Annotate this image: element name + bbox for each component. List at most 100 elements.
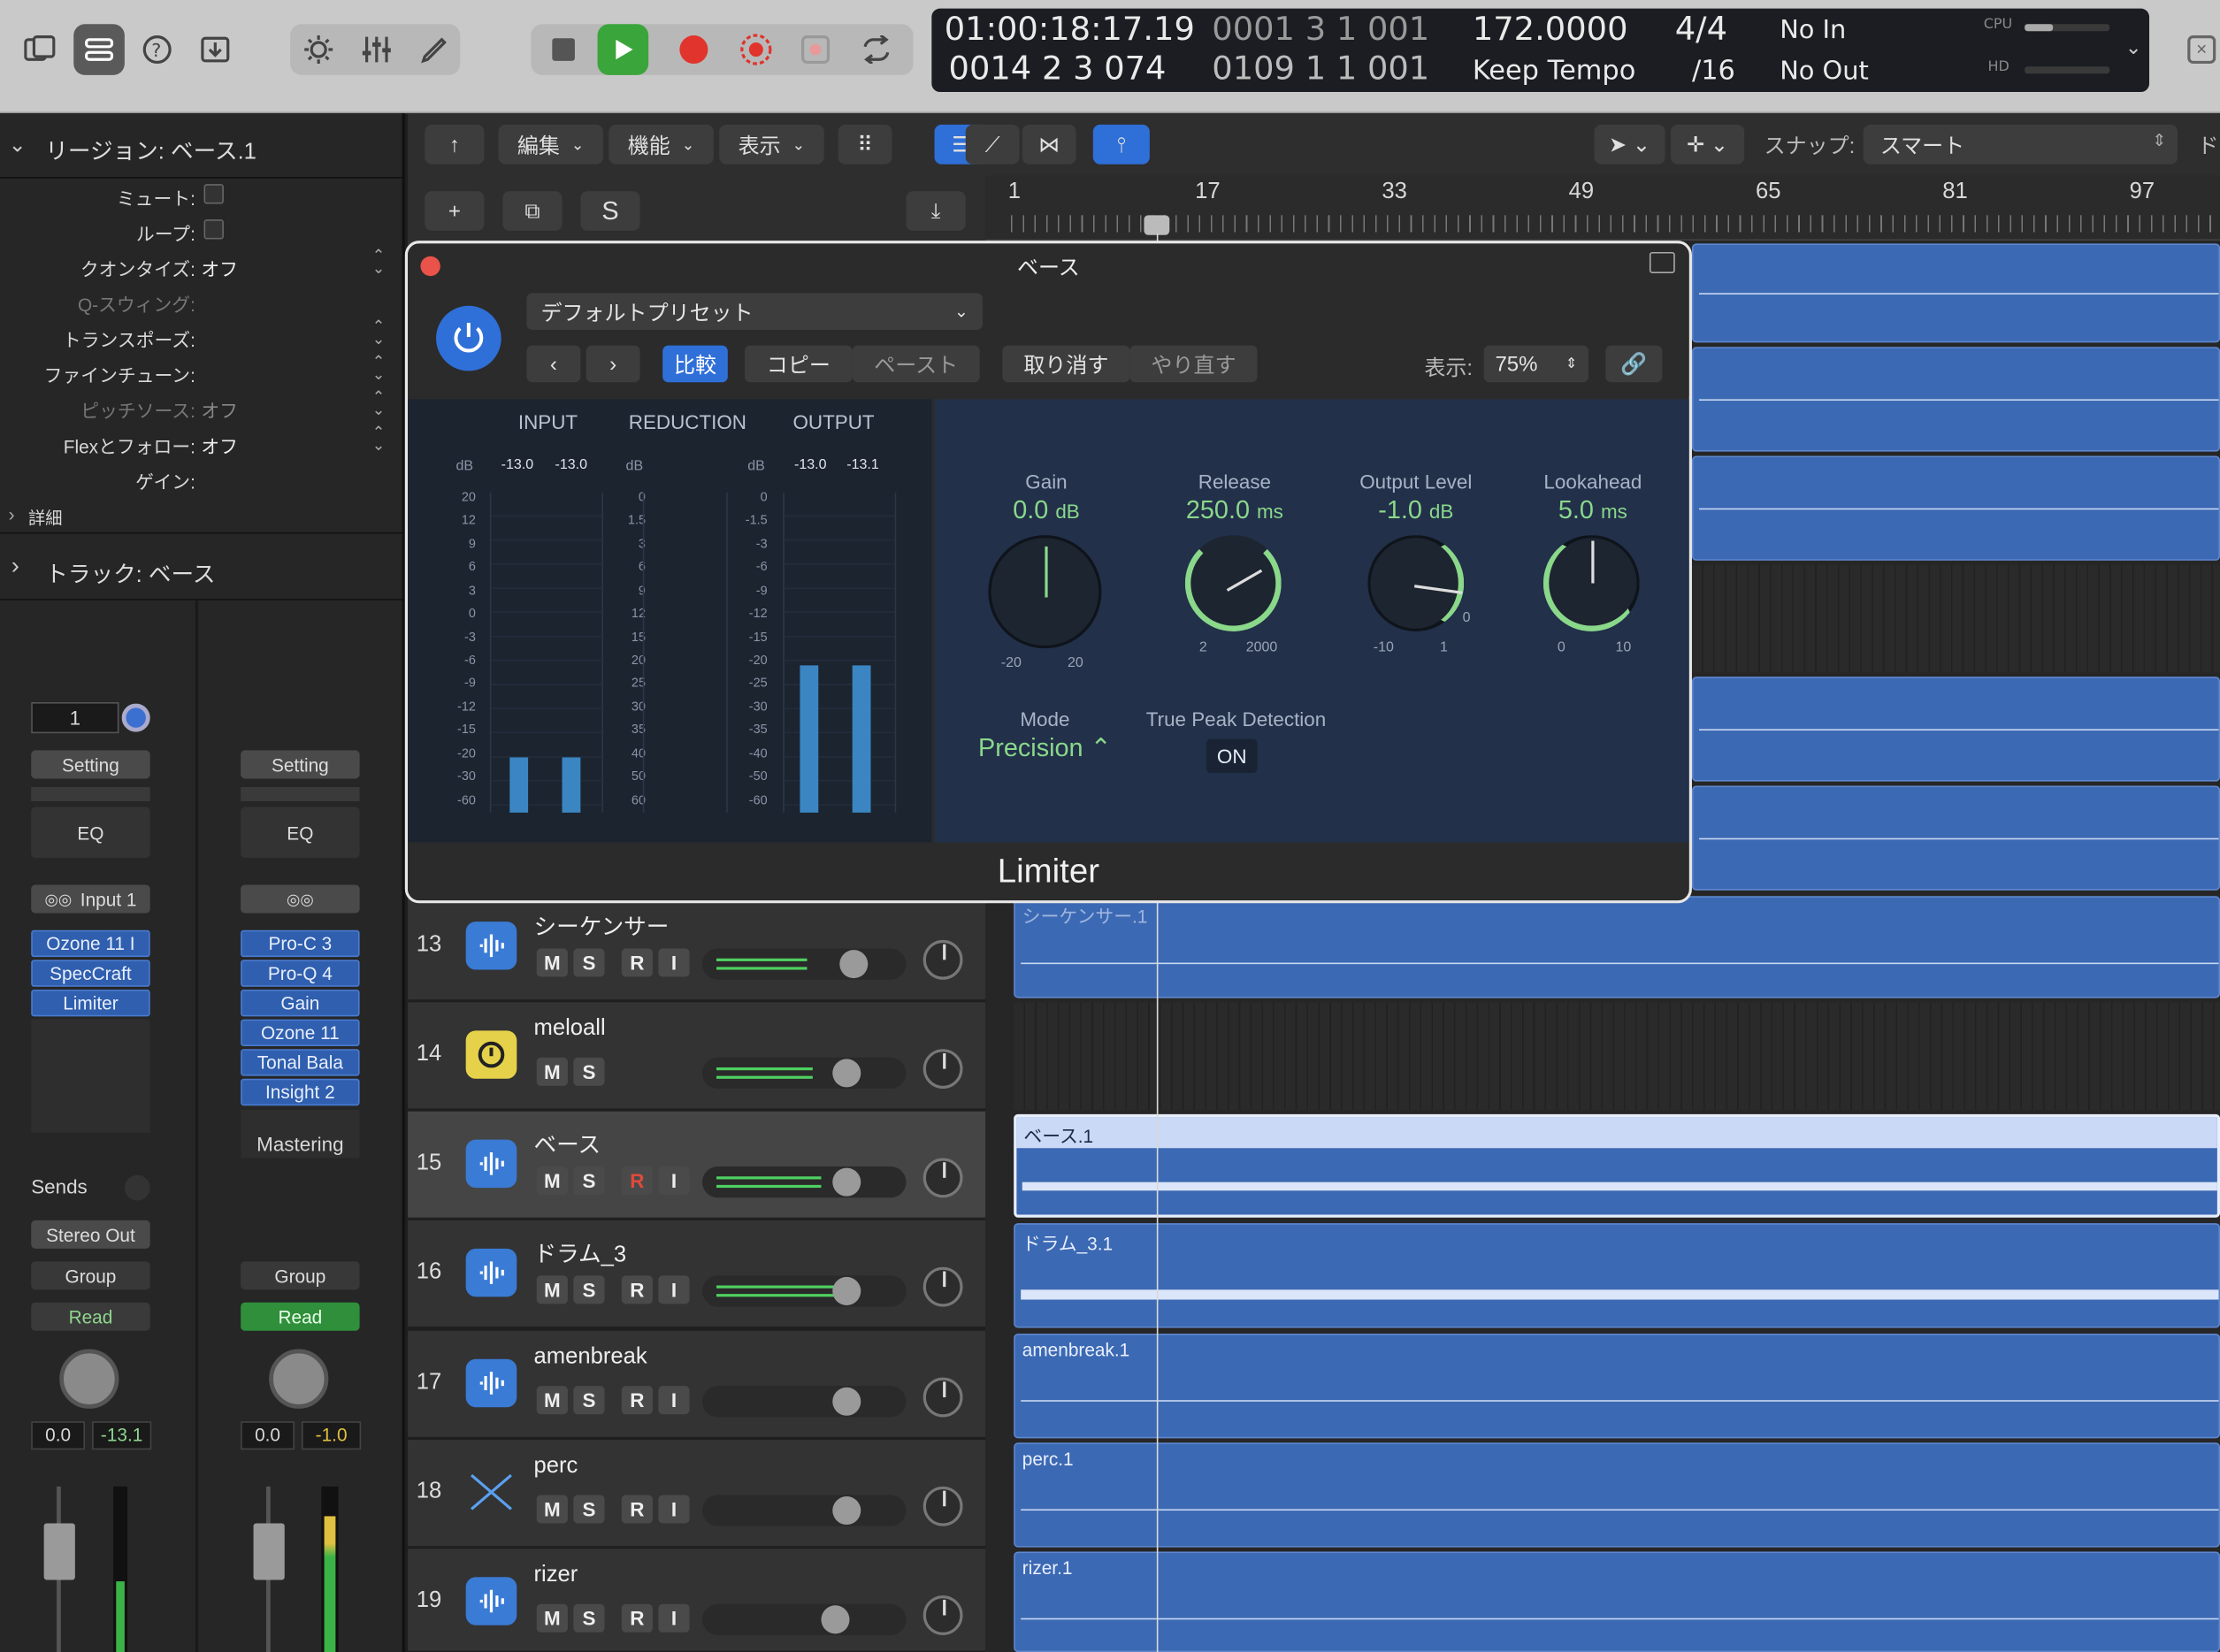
automation-read-button[interactable]: Read (31, 1302, 150, 1331)
empty-plugin-slots[interactable] (31, 1019, 150, 1133)
playhead-handle[interactable] (1144, 215, 1170, 235)
plugin-slot-2[interactable]: Gain (241, 989, 360, 1017)
input-button[interactable]: ◎◎ Input 1 (31, 884, 150, 914)
paste-button[interactable]: ペースト (852, 345, 980, 383)
power-icon[interactable] (436, 305, 501, 371)
expand-icon[interactable] (1649, 251, 1675, 273)
track-pan-knob[interactable] (922, 939, 963, 980)
download-icon[interactable] (190, 24, 241, 75)
automation-icon[interactable]: ⟋ (965, 124, 1020, 164)
track-pan-knob[interactable] (922, 1595, 963, 1635)
plugin-slot-3[interactable]: Ozone 11 (241, 1019, 360, 1046)
input-monitor-button[interactable]: I (658, 1166, 690, 1196)
input-monitor-button[interactable]: I (658, 1386, 690, 1415)
track-13[interactable]: 13 シーケンサー M S R I (408, 893, 986, 1001)
input-monitor-button[interactable]: I (658, 1603, 690, 1633)
track-14[interactable]: 14 meloall M S (408, 1002, 986, 1111)
track-19[interactable]: 19 rizer M S R I (408, 1549, 986, 1652)
region-upper-3[interactable] (1691, 455, 2220, 561)
link-button[interactable]: ◎◎ (241, 884, 360, 914)
brightness-icon[interactable] (293, 24, 344, 75)
snap-align-icon[interactable]: ⫯ (1092, 124, 1150, 164)
true-peak-toggle[interactable]: ON (1206, 738, 1258, 774)
solo-button[interactable]: S (573, 1275, 605, 1304)
plugin-slot-2[interactable]: Limiter (31, 989, 150, 1017)
pan-knob[interactable] (59, 1349, 119, 1409)
input-monitor-button[interactable]: I (658, 1275, 690, 1304)
mute-button[interactable]: M (536, 1166, 568, 1196)
empty-lane[interactable] (1691, 564, 2220, 673)
mute-button[interactable]: M (536, 948, 568, 977)
mute-button[interactable]: M (536, 1057, 568, 1086)
prev-preset-icon[interactable]: ‹ (526, 345, 581, 383)
group-button[interactable]: Group (31, 1261, 150, 1290)
automation-read-button[interactable]: Read (241, 1302, 360, 1331)
mute-button[interactable]: M (536, 1603, 568, 1633)
collapse-icon[interactable]: ⤓ (906, 191, 966, 231)
region-bass-selected[interactable]: ベース.1 (1014, 1113, 2220, 1218)
record-icon[interactable] (669, 24, 720, 75)
volume-fader-cap[interactable] (43, 1523, 75, 1580)
edit-menu[interactable]: 編集 ⌄ (498, 124, 603, 164)
grid-view-icon[interactable]: ⠿ (838, 124, 892, 164)
region-upper-2[interactable] (1691, 347, 2220, 452)
snap-select[interactable]: スマート (1863, 124, 2178, 164)
input-monitor-button[interactable]: I (658, 1495, 690, 1524)
track-17[interactable]: 17 amenbreak M S R I (408, 1330, 986, 1439)
record-enable-button[interactable]: R (621, 1495, 653, 1524)
solo-button[interactable]: S (573, 1057, 605, 1086)
flex-icon[interactable]: ⋈ (1022, 124, 1076, 164)
inspector-toggle-icon[interactable] (73, 24, 125, 75)
copy-button[interactable]: コピー (745, 345, 853, 383)
duplicate-track-button[interactable]: ⧉ (502, 191, 563, 231)
track-volume-slider[interactable] (701, 1603, 907, 1635)
track-15[interactable]: 15 ベース M S R I (408, 1111, 986, 1220)
region-upper-5[interactable] (1691, 785, 2220, 891)
solo-button[interactable]: S (573, 948, 605, 977)
functions-menu[interactable]: 機能 ⌄ (609, 124, 714, 164)
output-button[interactable]: Stereo Out (31, 1220, 150, 1249)
up-arrow-icon[interactable]: ↑ (425, 124, 485, 164)
region-upper-4[interactable] (1691, 677, 2220, 782)
row-details[interactable]: › 詳細 (0, 498, 405, 533)
empty-lane[interactable] (1014, 1002, 2220, 1111)
track-volume-slider[interactable] (701, 1166, 907, 1198)
lookahead-knob[interactable] (1543, 535, 1640, 631)
help-icon[interactable]: ? (132, 24, 183, 75)
row-finetune[interactable]: ファインチューン: ⌃ ⌄ (0, 354, 405, 389)
solo-button[interactable]: S (573, 1495, 605, 1524)
row-quantize[interactable]: クオンタイズ: オフ ⌃ ⌄ (0, 248, 405, 283)
track-pan-knob[interactable] (922, 1049, 963, 1090)
track-inspector-title[interactable]: トラック: ベース (45, 555, 215, 589)
region-upper-1[interactable] (1691, 243, 2220, 343)
track-volume-slider[interactable] (701, 1275, 907, 1307)
region-inspector-title[interactable]: リージョン: ベース.1 (45, 132, 256, 165)
gain-knob[interactable] (988, 535, 1102, 649)
setting-button[interactable]: Setting (31, 750, 150, 779)
plugin-slot-1[interactable]: Pro-Q 4 (241, 960, 360, 987)
track-16[interactable]: 16 ドラム_3 M S R I (408, 1220, 986, 1328)
record-enable-button[interactable]: R (621, 1386, 653, 1415)
preset-menu[interactable]: デフォルトプリセット ⌄ (526, 293, 983, 330)
setting-button[interactable]: Setting (241, 750, 360, 779)
volume-readout[interactable]: 0.0 (241, 1421, 295, 1450)
crosshair-tool-icon[interactable]: ✛ ⌄ (1670, 124, 1745, 164)
group-button[interactable]: Group (241, 1261, 360, 1290)
track-volume-slider[interactable] (701, 948, 907, 980)
stop-icon[interactable] (538, 24, 589, 75)
add-track-button[interactable]: + (425, 191, 485, 231)
eq-button[interactable]: EQ (31, 807, 150, 859)
plugin-slot-0[interactable]: Pro-C 3 (241, 929, 360, 958)
region-sequencer[interactable]: シーケンサー.1 (1014, 896, 2220, 998)
output-level-knob[interactable] (1367, 535, 1465, 631)
solo-button[interactable]: S (573, 1166, 605, 1196)
record-enable-button[interactable]: R (621, 1603, 653, 1633)
record-enable-button[interactable]: R (621, 1166, 653, 1196)
release-knob[interactable] (1184, 535, 1282, 631)
channel-number[interactable]: 1 (31, 701, 119, 734)
mute-button[interactable]: M (536, 1386, 568, 1415)
row-gain[interactable]: ゲイン: (0, 460, 405, 495)
replace-record-icon[interactable] (731, 24, 782, 75)
close-panel-icon[interactable]: × (2187, 35, 2216, 65)
mute-button[interactable]: M (536, 1275, 568, 1304)
